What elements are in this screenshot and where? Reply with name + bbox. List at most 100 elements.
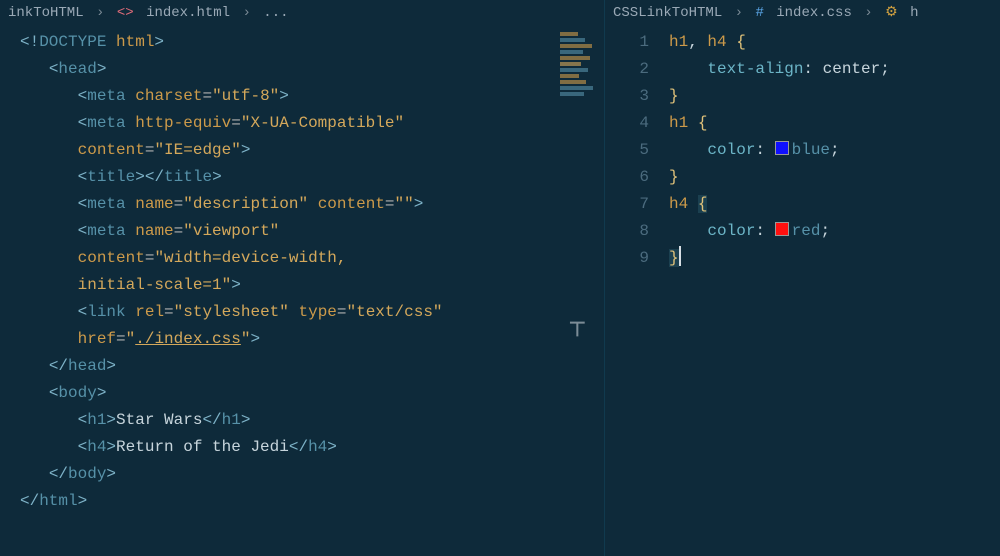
code-token: Star Wars	[116, 411, 202, 429]
color-swatch-icon	[775, 141, 789, 155]
code-token: </	[49, 357, 68, 375]
split-editor: inkToHTML › <> index.html › ... <!DOCTYP…	[0, 0, 1000, 556]
code-token: </	[49, 465, 68, 483]
code-token: =	[145, 249, 155, 267]
code-token: h1	[222, 411, 241, 429]
code-token: </	[289, 438, 308, 456]
bc-more[interactable]: ...	[263, 5, 288, 21]
bc-file[interactable]: index.css	[776, 5, 852, 21]
code-line[interactable]: <meta name="description" content="">	[20, 191, 443, 218]
code-editor-css[interactable]: 123456789 h1, h4 { text-align: center;}h…	[605, 27, 1000, 556]
code-token: charset	[135, 87, 202, 105]
code-line[interactable]: </head>	[20, 353, 443, 380]
code-token: meta	[87, 114, 135, 132]
code-token: content	[78, 249, 145, 267]
code-token: rel	[135, 303, 164, 321]
code-token: "text/css"	[347, 303, 443, 321]
code-token: meta	[87, 87, 135, 105]
code-token: ;	[820, 222, 830, 240]
code-line[interactable]: content="IE=edge">	[20, 137, 443, 164]
bc-folder[interactable]: inkToHTML	[8, 5, 84, 21]
code-line[interactable]: <meta http-equiv="X-UA-Compatible"	[20, 110, 443, 137]
code-token: h4	[707, 33, 726, 51]
code-token: "width=device-width,	[154, 249, 346, 267]
line-number: 8	[605, 218, 649, 245]
code-line[interactable]: }	[669, 164, 890, 191]
code-token: link	[87, 303, 135, 321]
code-token: =	[174, 222, 184, 240]
code-token: title	[164, 168, 212, 186]
code-editor-html[interactable]: <!DOCTYPE html> <head> <meta charset="ut…	[0, 27, 604, 556]
code-line[interactable]: <h1>Star Wars</h1>	[20, 407, 443, 434]
code-token: <	[49, 60, 59, 78]
code-line[interactable]: color: red;	[669, 218, 890, 245]
code-token: initial-scale=1"	[78, 276, 232, 294]
code-token: >	[327, 438, 337, 456]
code-line[interactable]: content="width=device-width,	[20, 245, 443, 272]
code-token: type	[298, 303, 336, 321]
code-line[interactable]: <h4>Return of the Jedi</h4>	[20, 434, 443, 461]
line-number: 7	[605, 191, 649, 218]
code-token: >	[78, 492, 88, 510]
code-line[interactable]: h1 {	[669, 110, 890, 137]
code-line[interactable]: <!DOCTYPE html>	[20, 29, 443, 56]
code-line[interactable]: <title></title>	[20, 164, 443, 191]
code-line[interactable]: </body>	[20, 461, 443, 488]
code-token: >	[106, 438, 116, 456]
code-token: meta	[87, 222, 135, 240]
code-token: ;	[880, 60, 890, 78]
code-token: ,	[688, 33, 707, 51]
code-line[interactable]: <head>	[20, 56, 443, 83]
code-token: ;	[830, 141, 840, 159]
code-line[interactable]: h4 {	[669, 191, 890, 218]
line-gutter: 123456789	[605, 27, 659, 556]
code-token: =	[116, 330, 126, 348]
code-line[interactable]: <link rel="stylesheet" type="text/css"	[20, 299, 443, 326]
code-token: >	[97, 384, 107, 402]
code-token: >	[241, 141, 251, 159]
bc-symbol[interactable]: h	[910, 5, 918, 21]
breadcrumb-left[interactable]: inkToHTML › <> index.html › ...	[0, 0, 604, 27]
line-number: 5	[605, 137, 649, 164]
code-line[interactable]: h1, h4 {	[669, 29, 890, 56]
code-token: =	[164, 303, 174, 321]
code-token: center	[823, 60, 881, 78]
code-token: color	[707, 141, 755, 159]
code-token	[20, 276, 78, 294]
code-token	[688, 195, 698, 213]
code-token: "description"	[183, 195, 308, 213]
code-line[interactable]: }	[669, 83, 890, 110]
code-line[interactable]: initial-scale=1">	[20, 272, 443, 299]
code-token: ""	[395, 195, 414, 213]
code-line[interactable]: <meta charset="utf-8">	[20, 83, 443, 110]
code-token: title	[87, 168, 135, 186]
code-line[interactable]: href="./index.css">	[20, 326, 443, 353]
code-token: html	[39, 492, 77, 510]
breadcrumb-right[interactable]: CSSLinkToHTML › # index.css › ⚙ h	[605, 0, 1000, 27]
chevron-right-icon: ›	[96, 5, 104, 21]
code-line[interactable]: <body>	[20, 380, 443, 407]
bc-folder[interactable]: CSSLinkToHTML	[613, 5, 722, 21]
code-token: >	[106, 465, 116, 483]
symbol-icon: ⚙	[885, 5, 898, 21]
code-token: content	[318, 195, 385, 213]
code-token: text-align	[707, 60, 803, 78]
code-token	[669, 222, 707, 240]
line-number: 2	[605, 56, 649, 83]
code-token: </	[145, 168, 164, 186]
code-token: =	[145, 141, 155, 159]
code-token: </	[202, 411, 221, 429]
code-line[interactable]: }	[669, 245, 890, 272]
bc-file[interactable]: index.html	[146, 5, 230, 21]
code-line[interactable]: </html>	[20, 488, 443, 515]
code-token	[669, 141, 707, 159]
code-token: h1	[669, 114, 688, 132]
code-line[interactable]: <meta name="viewport"	[20, 218, 443, 245]
code-token: DOCTYPE	[39, 33, 116, 51]
code-line[interactable]: text-align: center;	[669, 56, 890, 83]
code-token: name	[135, 222, 173, 240]
code-token: >	[106, 411, 116, 429]
code-token: ./index.css	[135, 330, 241, 348]
code-token: {	[736, 33, 746, 51]
code-line[interactable]: color: blue;	[669, 137, 890, 164]
